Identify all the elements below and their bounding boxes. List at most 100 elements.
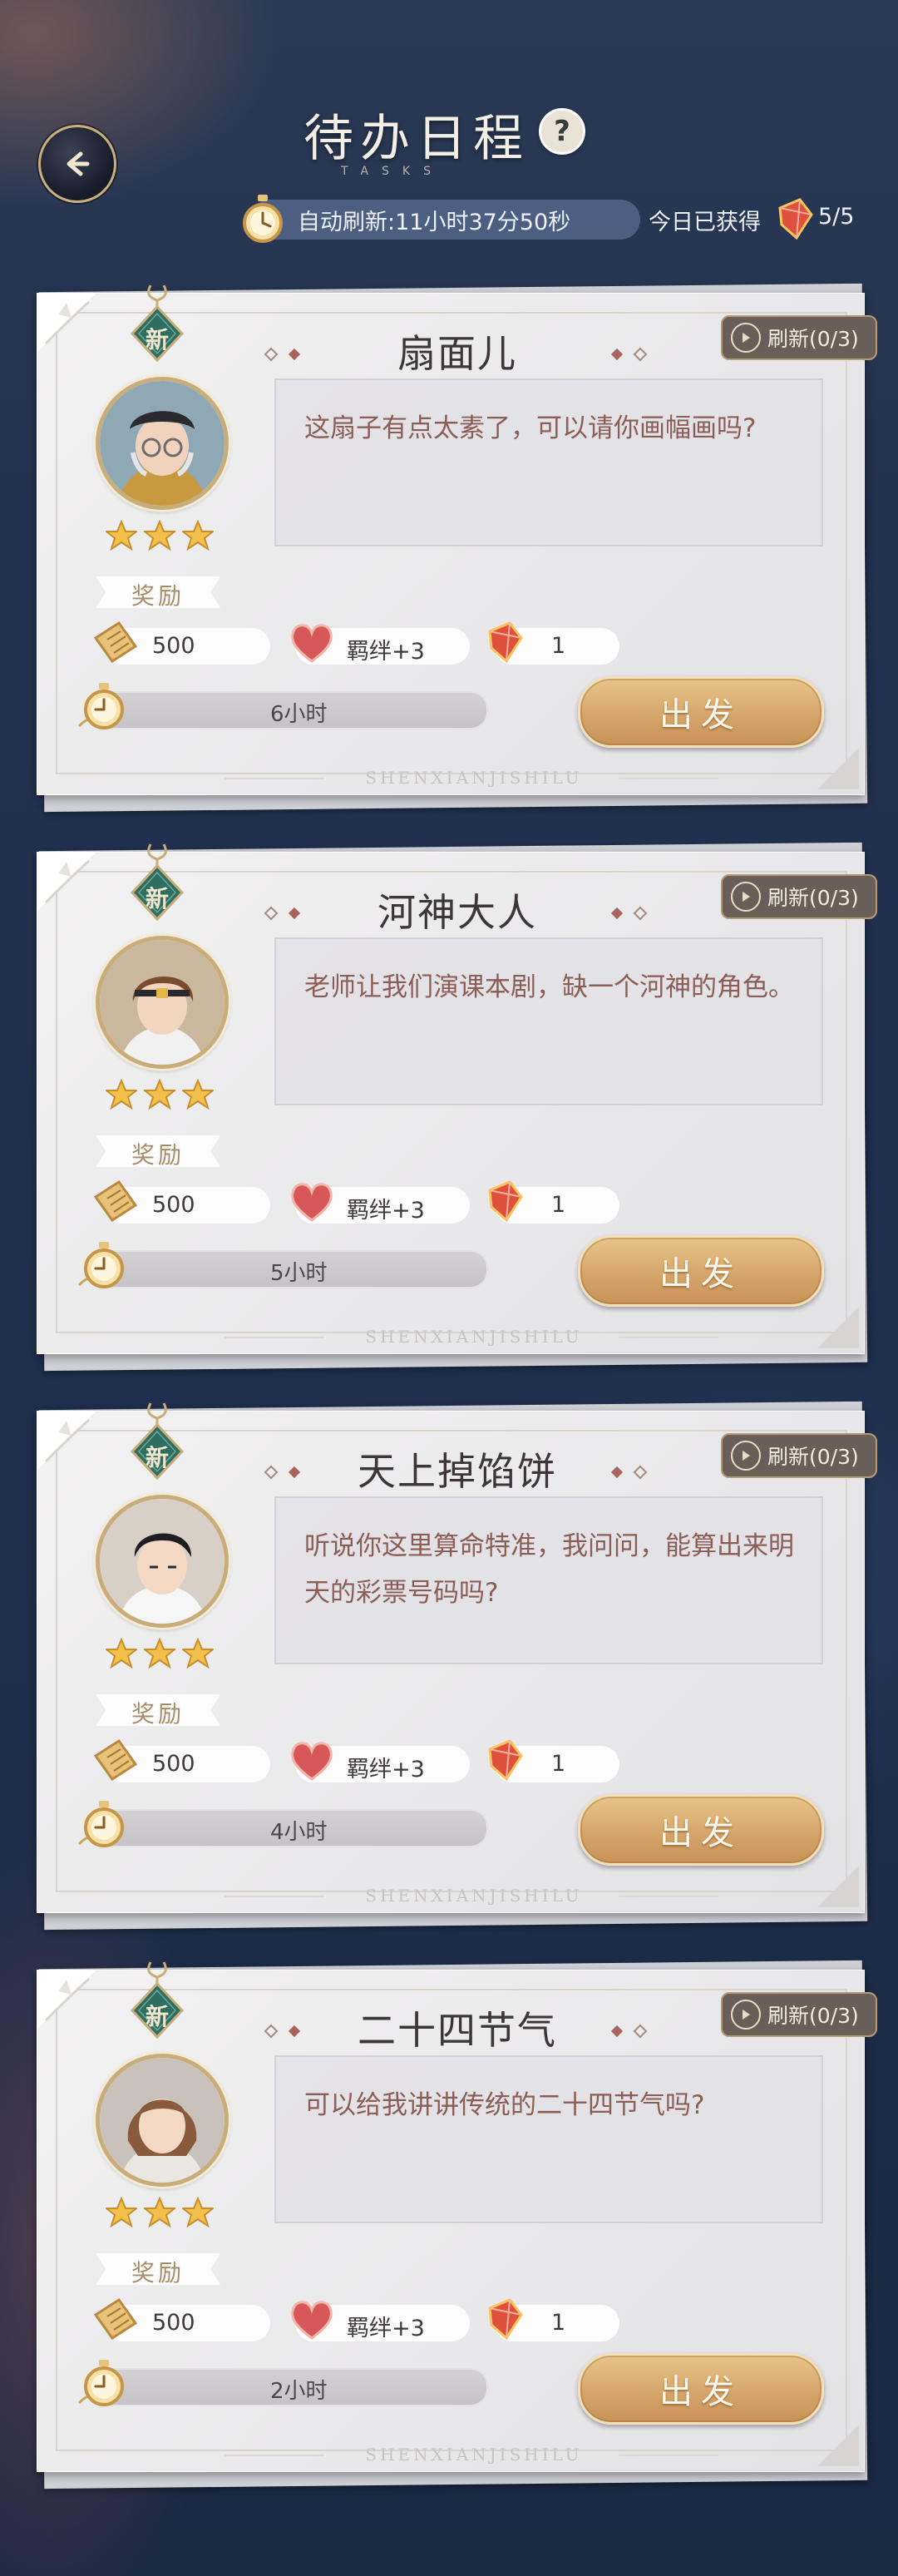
footer-divider-left: [224, 778, 324, 779]
refresh-task-label: 刷新(0/3): [767, 886, 859, 910]
back-button[interactable]: [38, 125, 116, 203]
go-button[interactable]: 出发: [578, 2353, 824, 2425]
play-icon: [731, 2000, 761, 2030]
go-button-label: 出发: [659, 1814, 743, 1852]
dialog-box: 听说你这里算命特准，我问问，能算出来明天的彩票号码吗?: [274, 1496, 823, 1664]
back-arrow-icon: [67, 151, 90, 176]
play-icon: [731, 1441, 761, 1471]
refresh-task-button[interactable]: 刷新(0/3): [721, 874, 877, 919]
title-ornament-right-icon: [610, 906, 648, 921]
page-subtitle: TASKS: [341, 165, 444, 178]
reward-coins-value: 500: [152, 633, 195, 659]
gold-ticket-icon: [93, 1738, 138, 1782]
refresh-task-label: 刷新(0/3): [767, 2004, 859, 2028]
go-button-label: 出发: [659, 2373, 743, 2411]
reward-banner: 奖励: [96, 573, 220, 611]
footer-divider-right: [619, 2455, 719, 2456]
duration-bar: 6小时: [94, 691, 488, 729]
new-badge: 新: [127, 1960, 187, 2057]
star-rating: [106, 520, 214, 551]
footer-watermark: SHENXIANJISHILU: [365, 1327, 583, 1347]
go-button[interactable]: 出发: [578, 1235, 824, 1307]
gold-ticket-icon: [93, 1179, 138, 1223]
star-rating: [106, 1638, 214, 1669]
reward-banner: 奖励: [96, 1132, 220, 1170]
refresh-task-button[interactable]: 刷新(0/3): [721, 315, 877, 360]
title-ornament-left-icon: [264, 347, 301, 362]
reward-gems-value: 1: [551, 1192, 566, 1218]
star-icon: [182, 2197, 214, 2228]
dialog-text: 这扇子有点太素了，可以请你画幅画吗?: [304, 413, 757, 443]
stopwatch-icon: [243, 195, 283, 243]
star-icon: [106, 2197, 137, 2228]
duration-bar: 2小时: [94, 2368, 488, 2406]
refresh-task-button[interactable]: 刷新(0/3): [721, 1992, 877, 2037]
footer-divider-left: [224, 1896, 324, 1897]
title-ornament-right-icon: [610, 1465, 648, 1480]
reward-label: 奖励: [131, 1700, 185, 1728]
star-icon: [106, 1079, 137, 1110]
new-badge-label: 新: [145, 1444, 169, 1471]
footer-watermark: SHENXIANJISHILU: [365, 1886, 583, 1906]
footer-divider-right: [619, 1896, 719, 1897]
gold-ticket-icon: [93, 2297, 138, 2341]
stopwatch-icon: [77, 683, 124, 729]
star-icon: [144, 520, 175, 551]
dialog-box: 可以给我讲讲传统的二十四节气吗?: [274, 2055, 823, 2223]
character-avatar[interactable]: [96, 936, 229, 1069]
play-icon: [731, 882, 761, 912]
refresh-task-button[interactable]: 刷新(0/3): [721, 1433, 877, 1478]
heart-icon: [291, 1183, 333, 1222]
title-ornament-left-icon: [264, 1465, 301, 1480]
red-gem-icon: [488, 1180, 523, 1223]
auto-refresh-bar: 自动刷新:11小时37分50秒: [249, 200, 640, 240]
page-title: 待办日程: [303, 110, 530, 168]
red-gem-icon: [488, 2298, 523, 2341]
reward-banner: 奖励: [96, 1691, 220, 1729]
heart-icon: [291, 2301, 333, 2340]
go-button[interactable]: 出发: [578, 676, 824, 748]
reward-gems-value: 1: [551, 2310, 566, 2336]
title-ornament-right-icon: [610, 2024, 648, 2039]
reward-bond-value: 羁绊+3: [347, 639, 425, 665]
task-card: 河神大人 刷新(0/3) 新 奖励 500 羁绊+3 1 5小时 出发 SHEN…: [30, 840, 877, 1372]
star-icon: [106, 1638, 137, 1669]
duration-value: 5小时: [270, 1261, 328, 1286]
refresh-task-label: 刷新(0/3): [767, 327, 859, 351]
character-avatar[interactable]: [96, 1495, 229, 1628]
card-sheet: 二十四节气 刷新(0/3) 新 奖励 500 羁绊+3 1 2小时 出发 SHE…: [37, 1961, 877, 2472]
reward-label: 奖励: [131, 582, 185, 610]
new-badge-label: 新: [145, 326, 169, 354]
star-icon: [144, 1079, 175, 1110]
duration-bar: 5小时: [94, 1250, 488, 1288]
duration-value: 6小时: [270, 702, 328, 727]
star-icon: [106, 520, 137, 551]
dialog-text: 听说你这里算命特准，我问问，能算出来明天的彩票号码吗?: [304, 1531, 794, 1608]
character-avatar[interactable]: [96, 2054, 229, 2187]
reward-coins-value: 500: [152, 1751, 195, 1777]
reward-label: 奖励: [131, 1141, 185, 1169]
duration-bar: 4小时: [94, 1809, 488, 1847]
corner-ornament-icon: [37, 853, 96, 911]
help-button[interactable]: ?: [539, 108, 585, 155]
footer-divider-right: [619, 778, 719, 779]
card-sheet: 扇面儿 刷新(0/3) 新 奖励 500 羁绊+3 1 6小时 出发 SHENX…: [37, 284, 877, 795]
corner-ornament-icon: [37, 1412, 96, 1470]
title-ornament-right-icon: [610, 347, 648, 362]
go-button[interactable]: 出发: [578, 1794, 824, 1866]
new-badge-label: 新: [145, 885, 169, 912]
red-gem-icon: [778, 198, 813, 240]
footer-watermark: SHENXIANJISHILU: [365, 768, 583, 788]
refresh-task-label: 刷新(0/3): [767, 1445, 859, 1469]
star-icon: [182, 1079, 214, 1110]
star-rating: [106, 2197, 214, 2228]
corner-ornament-icon: [37, 294, 96, 352]
duration-value: 4小时: [270, 1820, 328, 1845]
dialog-box: 老师让我们演课本剧，缺一个河神的角色。: [274, 937, 823, 1105]
star-rating: [106, 1079, 214, 1110]
footer-divider-left: [224, 1337, 324, 1338]
play-icon: [731, 323, 761, 353]
character-avatar[interactable]: [96, 377, 229, 510]
today-earned-count: 5/5: [818, 204, 855, 230]
duration-value: 2小时: [270, 2379, 328, 2404]
